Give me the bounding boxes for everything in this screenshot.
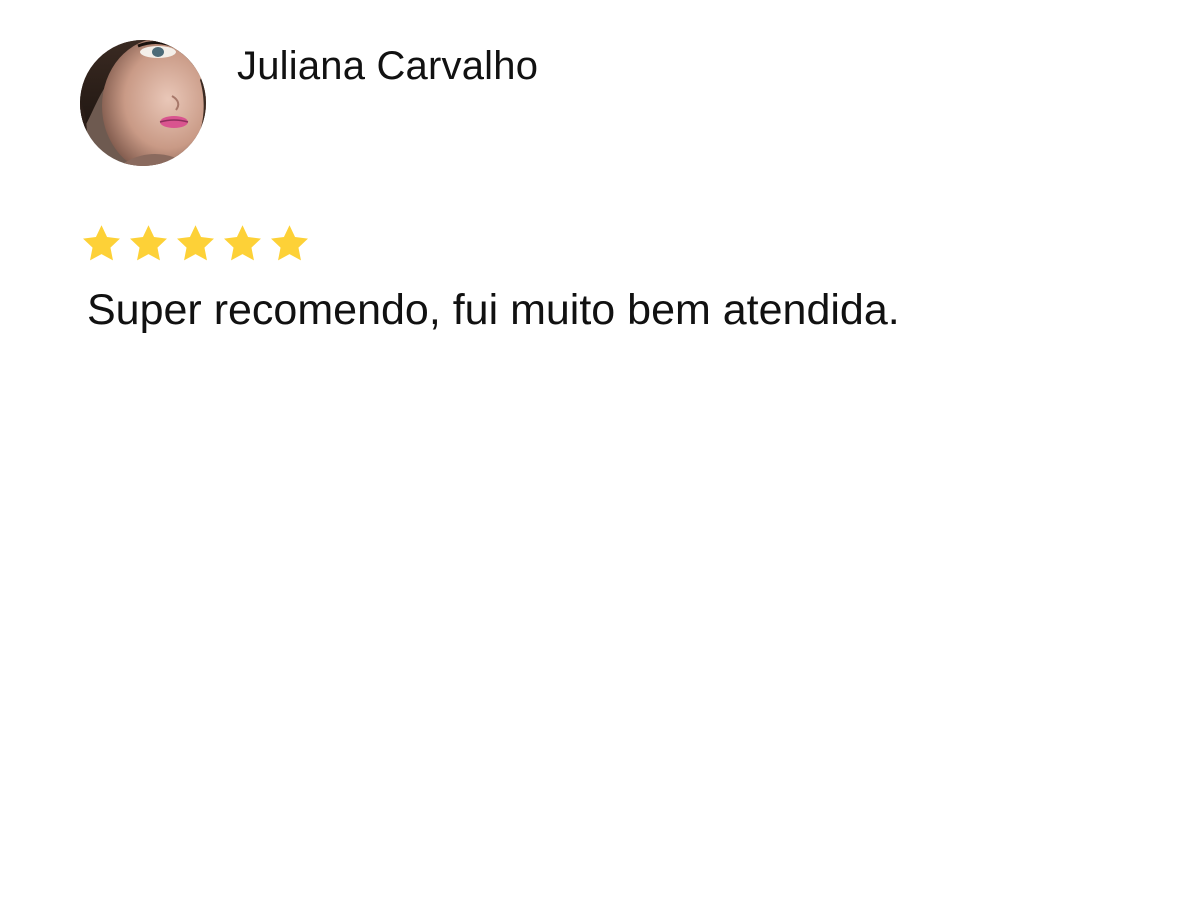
avatar-photo-icon (80, 40, 206, 166)
star-icon (224, 225, 261, 261)
star-icon (271, 225, 308, 261)
review-card: Juliana Carvalho Super recomendo, fui mu… (0, 0, 1200, 900)
review-text: Super recomendo, fui muito bem atendida. (87, 286, 900, 334)
star-rating (80, 222, 311, 266)
reviewer-name: Juliana Carvalho (237, 44, 539, 88)
star-icon (83, 225, 120, 261)
reviewer-avatar (80, 40, 206, 166)
star-icon (177, 225, 214, 261)
star-icon (130, 225, 167, 261)
